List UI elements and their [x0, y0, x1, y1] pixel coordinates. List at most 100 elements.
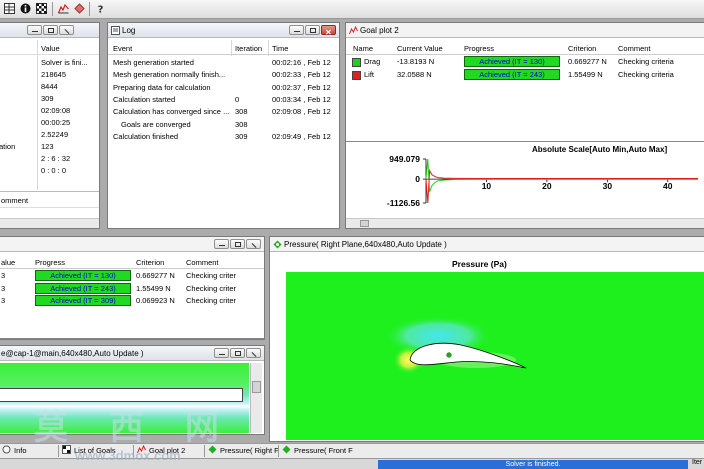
- diamond-icon[interactable]: [74, 3, 85, 14]
- iteration-column-header: Iteration: [235, 44, 263, 53]
- maximize-button[interactable]: [43, 25, 58, 35]
- minimize-button[interactable]: [27, 25, 42, 35]
- goal-comment: Checking criteria: [618, 70, 674, 79]
- tab-0[interactable]: Info: [2, 445, 27, 457]
- tab-4[interactable]: Pressure( Front F: [282, 445, 353, 457]
- x-tick-label: 10: [482, 181, 492, 191]
- goal-value: 3: [1, 271, 6, 280]
- log-event: Preparing data for calculation: [113, 82, 211, 92]
- tab-label: Goal plot 2: [149, 446, 186, 455]
- goal-comment: Checking criteria: [618, 57, 674, 66]
- svg-text:?: ?: [98, 5, 104, 15]
- scrollbar-thumb[interactable]: [252, 381, 261, 393]
- log-event: Calculation finished: [113, 131, 179, 141]
- close-button[interactable]: [246, 348, 261, 358]
- info-icon[interactable]: [20, 3, 31, 14]
- goal-criterion: 0.069923 N: [136, 296, 175, 305]
- log-time: 00:03:34 , Feb 12: [272, 94, 331, 104]
- pressure-plot-icon: [282, 445, 291, 454]
- tab-3[interactable]: Pressure( Right F: [208, 445, 279, 457]
- goal-comment: Checking criter: [186, 283, 237, 293]
- table-icon[interactable]: [4, 3, 15, 14]
- scrollbar-thumb[interactable]: [360, 220, 369, 227]
- toolbar-separator: [52, 2, 53, 16]
- minimize-button[interactable]: [214, 348, 229, 358]
- log-event: Goals are converged: [121, 119, 191, 129]
- info-value: 2.52249: [41, 130, 69, 139]
- status-bar: Solver is finished. Iter: [0, 458, 704, 469]
- chart-icon: [137, 444, 146, 454]
- solver-status: Solver is finished.: [378, 460, 688, 469]
- cut-plot-white-band: [0, 388, 243, 402]
- pressure-titlebar: Pressure( Right Plane,640x480,Auto Updat…: [270, 237, 704, 252]
- progress-bar: Achieved (IT = 130): [35, 270, 131, 281]
- info-value: 00:00:25: [41, 118, 71, 127]
- close-button[interactable]: [246, 239, 261, 249]
- horizontal-scrollbar[interactable]: [0, 218, 99, 228]
- maximize-button[interactable]: [305, 25, 320, 35]
- list-icon: [62, 445, 71, 454]
- log-iteration: 308: [235, 119, 248, 129]
- goal-name: Lift: [364, 70, 375, 79]
- info-value: 0 : 0 : 0: [41, 166, 67, 175]
- chart-icon[interactable]: [58, 3, 69, 14]
- value-column-header: Value: [41, 44, 60, 53]
- info-icon: [2, 445, 11, 454]
- comment-column-header: omment: [1, 196, 29, 205]
- tab-1[interactable]: List of Goals: [62, 445, 116, 457]
- goal-plot-titlebar: Goal plot 2: [346, 23, 704, 38]
- list-of-goals-panel: alue Progress Criterion Comment 3 Achieve…: [0, 236, 265, 340]
- info-value: 123: [41, 142, 54, 151]
- x-tick-label: 30: [603, 181, 613, 191]
- info-value: Solver is fini...: [41, 58, 88, 67]
- tab-separator: [133, 445, 134, 457]
- minimize-button[interactable]: [214, 239, 229, 249]
- close-button[interactable]: [59, 25, 74, 35]
- log-iteration: 308: [235, 107, 248, 117]
- pressure-contour-plot: [286, 272, 704, 440]
- maximize-button[interactable]: [230, 239, 245, 249]
- log-time: 00:02:33 , Feb 12: [272, 70, 331, 80]
- tab-separator: [204, 445, 205, 457]
- goal-criterion: 0.669277 N: [568, 57, 607, 66]
- name-column-header: Name: [353, 44, 374, 53]
- pressure-panel: Pressure( Right Plane,640x480,Auto Updat…: [269, 236, 704, 442]
- log-event: Calculation has converged since ...: [113, 107, 230, 117]
- goal-current-value: 32.0588 N: [397, 70, 432, 79]
- info-value: 02:09:08: [41, 106, 71, 115]
- info-value: 309: [41, 94, 54, 103]
- checkered-flag-icon[interactable]: [36, 3, 47, 14]
- log-titlebar: Log ✕: [108, 23, 339, 38]
- horizontal-scrollbar[interactable]: [346, 218, 704, 228]
- goal-value: 3: [1, 283, 6, 293]
- series-line-0: [425, 158, 699, 193]
- chart-icon: [349, 26, 358, 35]
- criterion-column-header: Criterion: [136, 258, 165, 267]
- vertical-scrollbar[interactable]: [250, 363, 262, 433]
- progress-bar: Achieved (IT = 243): [35, 282, 131, 294]
- top-toolbar: ?: [0, 0, 704, 19]
- cut-plot-titlebar: e@cap-1@main,640x480,Auto Update ): [0, 346, 264, 361]
- series-line-1: [425, 168, 698, 204]
- maximize-button[interactable]: [230, 348, 245, 358]
- pressure-panel-title: Pressure( Right Plane,640x480,Auto Updat…: [284, 240, 447, 249]
- log-event: Mesh generation started: [113, 58, 194, 67]
- goal-criterion: 1.55499 N: [568, 70, 603, 79]
- cut-plot-panel: e@cap-1@main,640x480,Auto Update ): [0, 345, 265, 435]
- tab-separator: [58, 445, 59, 457]
- series-color-swatch: [352, 71, 361, 80]
- close-button[interactable]: ✕: [321, 25, 336, 37]
- help-icon[interactable]: ?: [95, 3, 106, 15]
- goal-comment: Checking criter: [186, 296, 237, 305]
- tab-separator: [278, 445, 279, 457]
- minimize-button[interactable]: [289, 25, 304, 35]
- probe-point[interactable]: [445, 351, 453, 359]
- goals-titlebar: [0, 237, 264, 252]
- pressure-plot-title: Pressure (Pa): [452, 259, 507, 269]
- toolbar-separator: [89, 2, 90, 16]
- time-column-header: Time: [272, 44, 289, 53]
- x-tick-label: 40: [663, 181, 673, 191]
- tab-2[interactable]: Goal plot 2: [137, 444, 186, 457]
- goal-plot-title: Goal plot 2: [360, 26, 399, 35]
- goal-name: Drag: [364, 57, 381, 66]
